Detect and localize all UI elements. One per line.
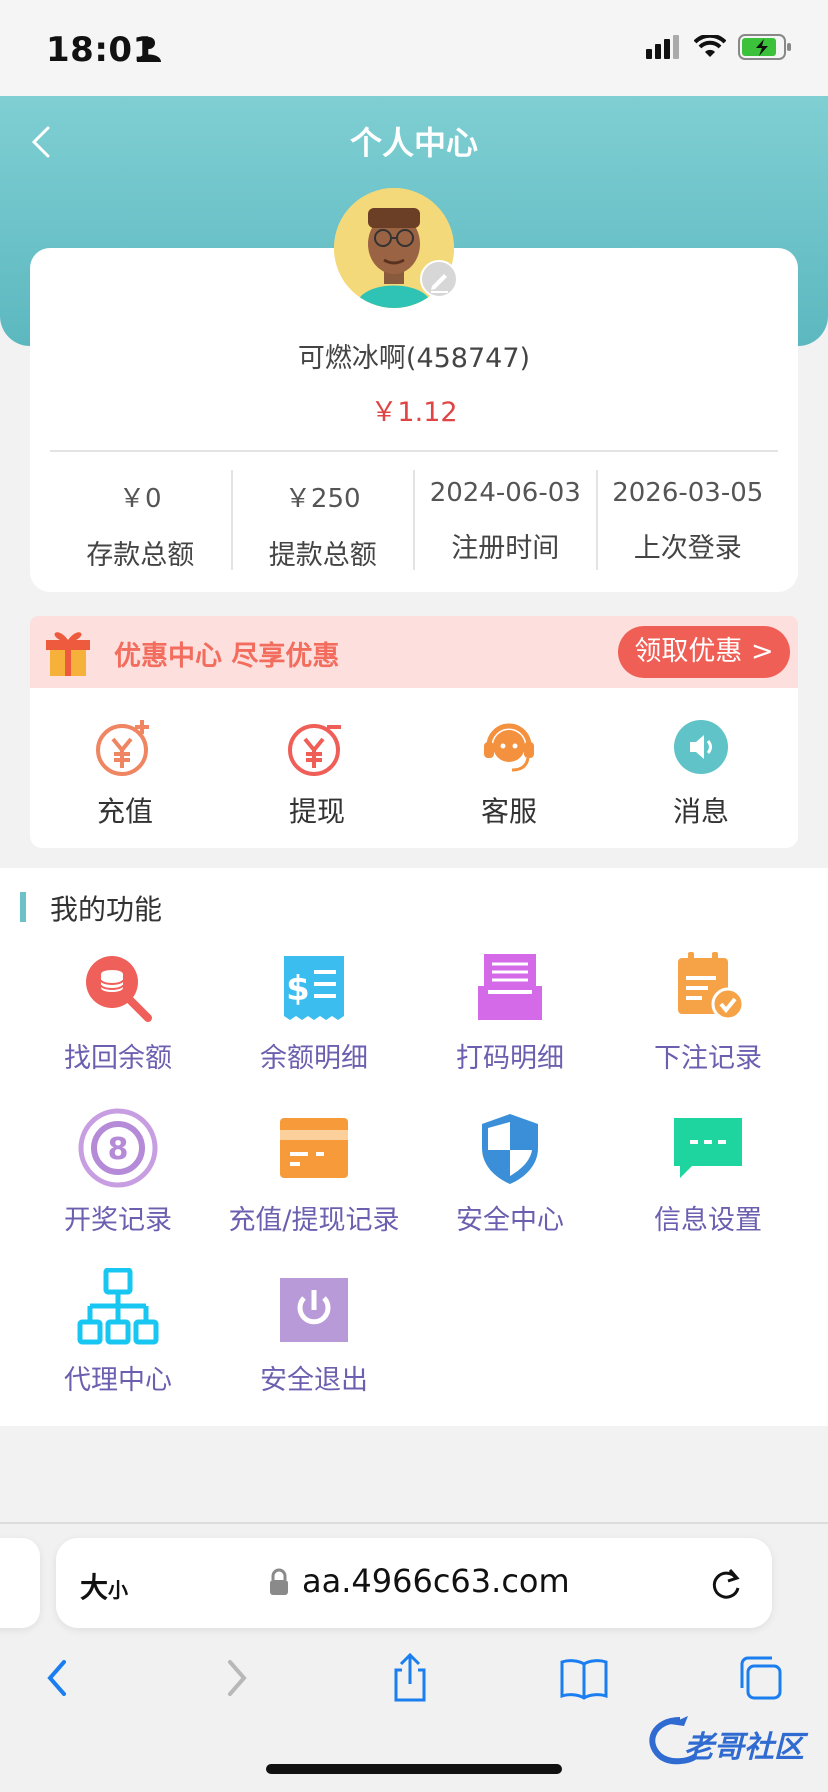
gift-icon [46,632,90,676]
svg-text:8: 8 [108,1132,129,1167]
wifi-icon [694,35,726,57]
text-size-button[interactable]: 大小 [80,1566,128,1606]
quick-action-label: 客服 [480,795,537,828]
watermark-text: 老哥社区 [684,1730,804,1765]
recover-balance-button[interactable]: 找回余额 [20,950,216,1075]
battery-icon [738,34,791,60]
bookmarks-icon[interactable] [558,1652,610,1704]
card-icon [280,1118,348,1178]
recharge-button[interactable]: 充值 [60,716,190,830]
divider [50,450,778,452]
stat-value: ￥0 [118,484,162,514]
claim-promo-button[interactable]: 领取优惠 > [618,626,790,678]
ball-8-icon: 8 [78,1108,158,1188]
agent-center-button[interactable]: 代理中心 [20,1268,216,1397]
person-icon [137,37,161,62]
bet-code-details-button[interactable]: 打码明细 [412,950,608,1075]
draw-records-button[interactable]: 8 开奖记录 [20,1108,216,1237]
balance-details-button[interactable]: $ 余额明细 [216,950,412,1075]
printer-icon [478,954,542,1020]
edit-avatar-button[interactable] [420,260,458,298]
account-balance: ￥1.12 [370,397,458,428]
stat-label: 提款总额 [268,540,377,571]
function-label: 安全中心 [456,1205,564,1236]
signal-icon [646,35,679,59]
promo-text: 优惠中心 尽享优惠 [114,641,340,672]
customer-service-icon [484,723,534,772]
reload-icon[interactable] [708,1566,744,1602]
section-title: 我的功能 [50,893,163,926]
pencil-icon [431,274,448,293]
info-settings-button[interactable]: 信息设置 [610,1112,806,1237]
search-balance-icon [86,956,152,1022]
username: 可燃冰啊(458747) [297,343,531,374]
tabs-icon[interactable] [734,1652,786,1704]
url-text[interactable]: aa.4966c63.com [302,1562,570,1600]
stat-label: 上次登录 [633,533,742,564]
function-label: 代理中心 [64,1365,172,1396]
function-label: 信息设置 [654,1205,762,1236]
account-stats: ￥0 存款总额 ￥250 提款总额 2024-06-03 注册时间 2026-0… [50,470,779,571]
bet-records-button[interactable]: 下注记录 [610,950,806,1075]
quick-action-label: 充值 [96,795,153,828]
power-icon [280,1278,348,1342]
stat-last-login: 2026-03-05 上次登录 [598,470,779,570]
withdraw-icon [288,724,341,776]
logout-button[interactable]: 安全退出 [216,1272,412,1397]
function-label: 找回余额 [64,1043,172,1074]
function-label: 安全退出 [260,1365,368,1396]
recharge-icon [96,720,149,776]
stat-value: 2026-03-05 [612,478,764,508]
speaker-icon [674,720,728,774]
forward-icon[interactable] [210,1652,262,1704]
function-label: 下注记录 [654,1043,762,1074]
security-center-button[interactable]: 安全中心 [412,1112,608,1237]
stat-value: ￥250 [284,484,361,514]
message-icon [674,1118,742,1178]
function-label: 充值/提现记录 [228,1205,400,1236]
org-chart-icon [77,1268,159,1345]
receipt-icon: $ [284,956,344,1020]
home-indicator[interactable] [266,1764,562,1774]
status-indicators [646,34,792,60]
stat-withdraw-total: ￥250 提款总额 [233,470,415,571]
page-title: 个人中心 [349,124,478,162]
stat-register-date: 2024-06-03 注册时间 [415,470,598,570]
recharge-withdraw-records-button[interactable]: 充值/提现记录 [216,1112,412,1237]
stat-label: 注册时间 [451,533,560,564]
shield-icon [482,1114,538,1184]
quick-action-label: 消息 [672,795,729,828]
clipboard-check-icon [678,952,745,1021]
text-size-large: 大 [80,1571,109,1604]
quick-action-label: 提现 [288,795,345,828]
function-label: 开奖记录 [64,1205,172,1236]
text-size-small: 小 [108,1578,129,1602]
stat-deposit-total: ￥0 存款总额 [50,470,233,571]
share-icon[interactable] [384,1652,436,1704]
section-marker [20,892,26,922]
stat-label: 存款总额 [86,540,195,571]
stat-value: 2024-06-03 [429,478,581,508]
back-icon[interactable] [32,1652,84,1704]
function-label: 余额明细 [260,1043,368,1074]
withdraw-button[interactable]: 提现 [252,716,382,830]
svg-text:$: $ [286,969,310,1009]
customer-service-button[interactable]: 客服 [444,716,574,830]
messages-button[interactable]: 消息 [636,716,766,830]
lock-icon [270,1568,288,1595]
previous-tab-preview[interactable] [0,1538,40,1628]
function-label: 打码明细 [456,1043,564,1074]
